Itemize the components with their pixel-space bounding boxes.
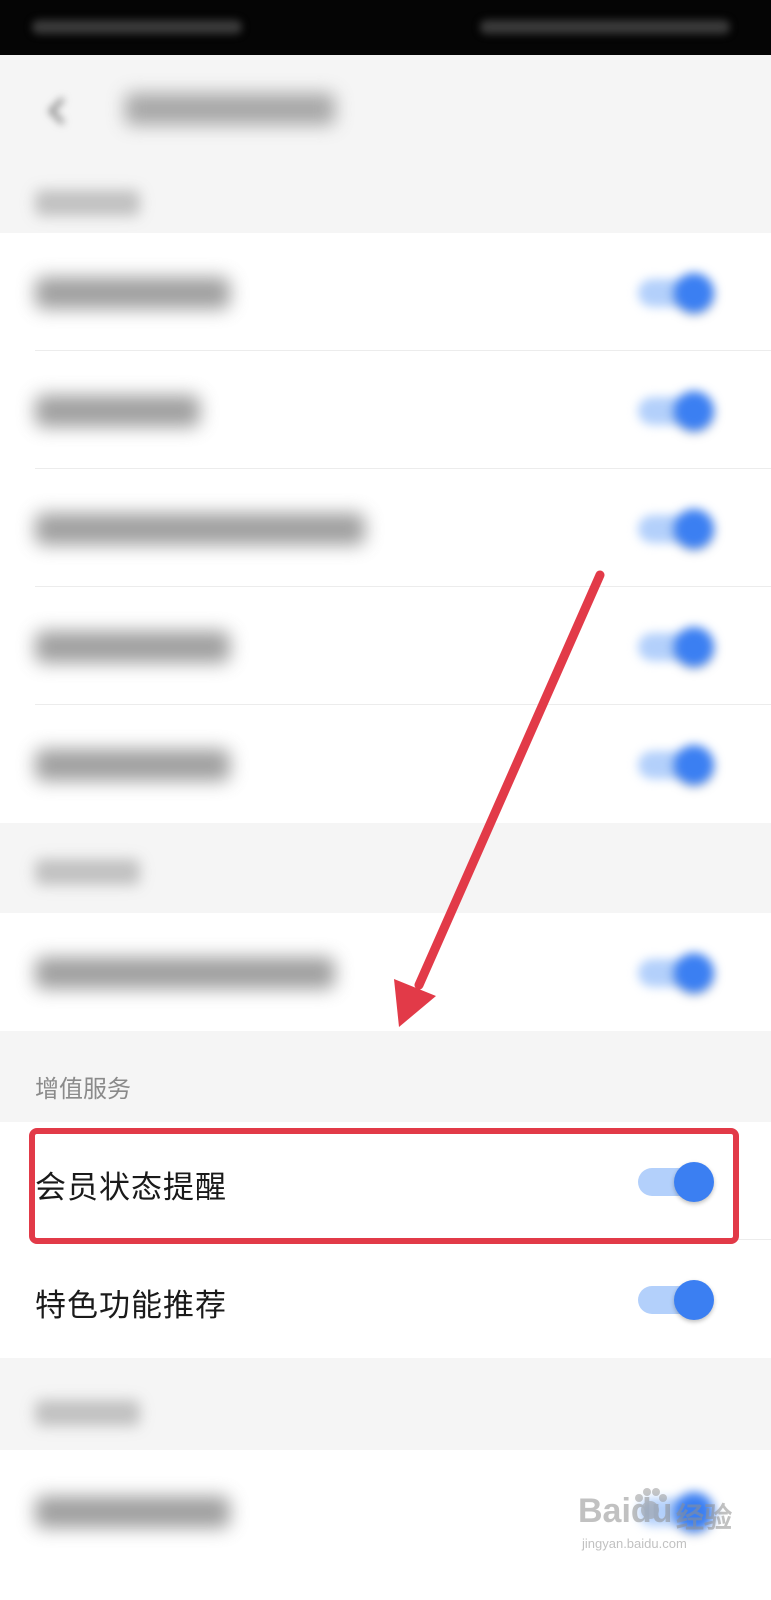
setting-row-blurred[interactable] <box>0 469 771 587</box>
watermark-sub: 经验 <box>676 1502 733 1533</box>
setting-label: 特色功能推荐 <box>35 1288 227 1324</box>
section-header-blurred-3 <box>0 1358 771 1450</box>
toggle-switch[interactable] <box>638 391 718 431</box>
section-header-blurred-2 <box>0 823 771 913</box>
section-label: 增值服务 <box>35 1075 131 1103</box>
setting-row-blurred[interactable] <box>0 587 771 705</box>
setting-row-blurred[interactable] <box>0 351 771 469</box>
status-right-blur <box>480 20 730 34</box>
watermark-url: jingyan.baidu.com <box>582 1536 687 1551</box>
setting-row-blurred[interactable] <box>0 913 771 1031</box>
setting-label-blurred <box>35 749 230 781</box>
setting-row-blurred[interactable] <box>0 705 771 823</box>
toggle-switch[interactable] <box>638 509 718 549</box>
watermark: Baidu 经验 jingyan.baidu.com <box>572 1478 752 1560</box>
toggle-switch[interactable] <box>638 273 718 313</box>
status-left-blur <box>32 20 242 34</box>
status-bar <box>0 0 771 55</box>
watermark-brand: Baidu <box>578 1492 673 1530</box>
setting-label-blurred <box>35 277 230 309</box>
setting-label-blurred <box>35 1496 230 1528</box>
section-header-blurred-1 <box>0 170 771 233</box>
setting-row-feature-recommend[interactable]: 特色功能推荐 <box>0 1240 771 1358</box>
section-label-blurred <box>35 190 140 216</box>
setting-label-blurred <box>35 513 365 545</box>
section-label-blurred <box>35 1400 140 1426</box>
toggle-switch[interactable] <box>638 745 718 785</box>
toggle-switch[interactable] <box>638 1280 718 1320</box>
setting-label-blurred <box>35 395 200 427</box>
page-title-blurred <box>125 93 335 125</box>
setting-row-blurred[interactable] <box>0 233 771 351</box>
setting-label-blurred <box>35 957 335 989</box>
chevron-left-icon[interactable] <box>38 91 78 131</box>
section-label-blurred <box>35 859 140 885</box>
setting-label-blurred <box>35 631 230 663</box>
toggle-switch[interactable] <box>638 627 718 667</box>
section-header-value-added: 增值服务 <box>0 1031 771 1122</box>
toggle-switch[interactable] <box>638 953 718 993</box>
annotation-highlight-box <box>29 1128 739 1244</box>
app-header <box>0 55 771 170</box>
